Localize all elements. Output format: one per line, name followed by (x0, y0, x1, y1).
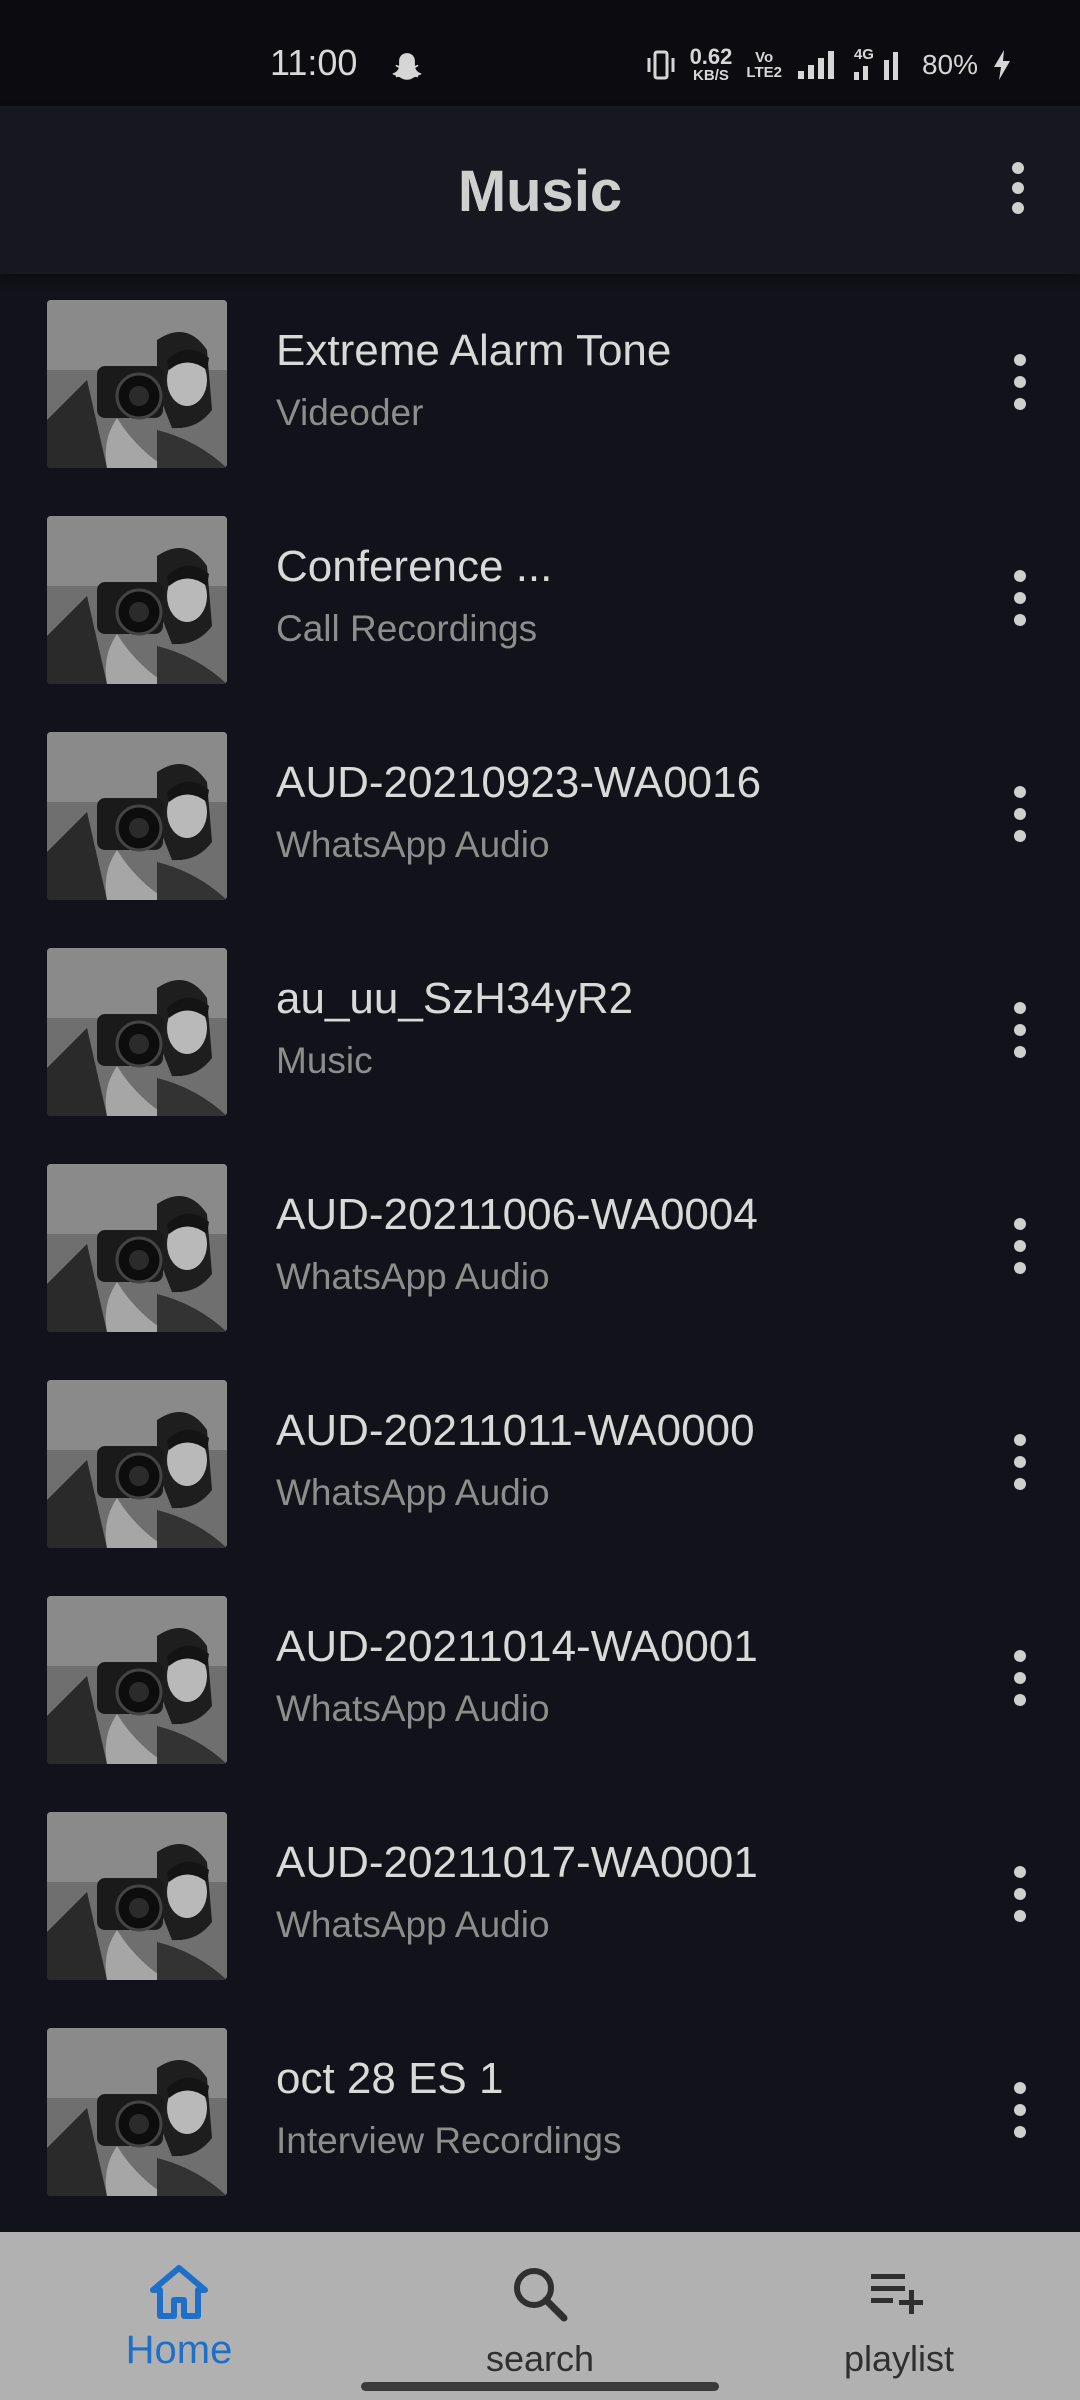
song-list-item[interactable]: AUD-20211011-WA0000 WhatsApp Audio (0, 1354, 1080, 1570)
album-art-thumbnail (47, 732, 227, 900)
song-subtitle: WhatsApp Audio (276, 1472, 550, 1513)
home-icon (150, 2265, 208, 2319)
song-list-item[interactable]: AUD-20211017-WA0001 WhatsApp Audio (0, 1786, 1080, 2002)
nav-search[interactable]: search (410, 2232, 670, 2400)
more-vert-icon[interactable] (1000, 1646, 1040, 1710)
battery-percentage: 80% (921, 48, 978, 80)
song-list-item[interactable]: Conference ... Call Recordings (0, 490, 1080, 706)
search-icon (514, 2268, 568, 2322)
snapchat-icon (392, 53, 422, 80)
song-subtitle: WhatsApp Audio (276, 824, 550, 865)
volte-top: Vo (755, 48, 774, 66)
song-title: Extreme Alarm Tone (276, 326, 672, 375)
song-subtitle: WhatsApp Audio (276, 1904, 550, 1945)
song-list-item[interactable]: AUD-20210923-WA0016 WhatsApp Audio (0, 706, 1080, 922)
bottom-navigation: Home search playlist (0, 2232, 1080, 2400)
vibrate-icon (647, 50, 675, 79)
song-title: Conference ... (276, 542, 553, 591)
page-title: Music (457, 159, 623, 224)
status-time: 11:00 (270, 42, 358, 83)
network-speed-value: 0.62 (689, 44, 733, 69)
status-bar: 11:00 0.62 KB/S Vo LTE2 4G 80% (0, 0, 1080, 106)
app-bar: Music (0, 106, 1080, 274)
charging-bolt-icon (994, 49, 1010, 80)
music-player-screen: 11:00 0.62 KB/S Vo LTE2 4G 80% Music Ext… (0, 0, 1080, 2400)
song-title: AUD-20210923-WA0016 (276, 758, 762, 807)
signal-4g-icon: 4G (850, 46, 908, 82)
song-title: AUD-20211017-WA0001 (276, 1838, 758, 1887)
gesture-handle[interactable] (361, 2382, 719, 2391)
nav-playlist[interactable]: playlist (769, 2232, 1029, 2400)
song-list-item[interactable]: oct 28 ES 1 Interview Recordings (0, 2002, 1080, 2218)
song-subtitle: WhatsApp Audio (276, 1688, 550, 1729)
album-art-thumbnail (47, 1380, 227, 1548)
song-title: au_uu_SzH34yR2 (276, 974, 634, 1023)
nav-search-label: search (485, 2338, 595, 2379)
volte-indicator: Vo LTE2 (746, 50, 782, 80)
status-icons: 0.62 KB/S Vo LTE2 4G 80% (646, 46, 1012, 83)
song-title: AUD-20211006-WA0004 (276, 1190, 758, 1239)
signal-strength-icon (797, 50, 834, 79)
song-list-item[interactable]: au_uu_SzH34yR2 Music (0, 922, 1080, 1138)
song-title: AUD-20211014-WA0001 (276, 1622, 758, 1671)
more-vert-icon[interactable] (1000, 2078, 1040, 2142)
album-art-thumbnail (47, 1596, 227, 1764)
album-art-thumbnail (47, 516, 227, 684)
song-subtitle: Videoder (276, 392, 424, 433)
song-list-item[interactable]: AUD-20211006-WA0004 WhatsApp Audio (0, 1138, 1080, 1354)
album-art-thumbnail (47, 948, 227, 1116)
more-vert-icon[interactable] (998, 158, 1038, 218)
song-subtitle: Music (276, 1040, 373, 1081)
more-vert-icon[interactable] (1000, 1214, 1040, 1278)
network-speed-unit: KB/S (693, 67, 729, 84)
album-art-thumbnail (47, 2028, 227, 2196)
more-vert-icon[interactable] (1000, 1430, 1040, 1494)
song-title: AUD-20211011-WA0000 (276, 1406, 755, 1455)
album-art-thumbnail (47, 1164, 227, 1332)
song-subtitle: WhatsApp Audio (276, 1256, 550, 1297)
more-vert-icon[interactable] (1000, 350, 1040, 414)
song-subtitle: Interview Recordings (276, 2120, 622, 2161)
nav-playlist-label: playlist (843, 2338, 955, 2379)
more-vert-icon[interactable] (1000, 782, 1040, 846)
song-list-item[interactable]: AUD-20211014-WA0001 WhatsApp Audio (0, 1570, 1080, 1786)
volte-bottom: LTE2 (746, 63, 782, 81)
album-art-thumbnail (47, 1812, 227, 1980)
more-vert-icon[interactable] (1000, 566, 1040, 630)
more-vert-icon[interactable] (1000, 998, 1040, 1062)
song-subtitle: Call Recordings (276, 608, 538, 649)
nav-home-label: Home (125, 2328, 233, 2372)
network-speed: 0.62 KB/S (689, 44, 733, 84)
song-title: oct 28 ES 1 (276, 2054, 504, 2103)
album-art-thumbnail (47, 300, 227, 468)
playlist-add-icon (871, 2274, 923, 2314)
nav-home[interactable]: Home (49, 2232, 309, 2400)
song-list-item[interactable]: Extreme Alarm Tone Videoder (0, 274, 1080, 490)
more-vert-icon[interactable] (1000, 1862, 1040, 1926)
